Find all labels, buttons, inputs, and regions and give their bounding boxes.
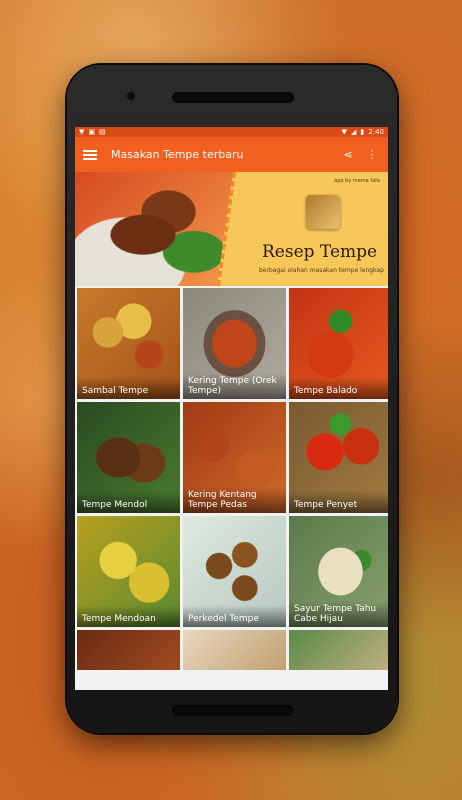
more-vert-icon[interactable]: ⋮ [364,148,380,161]
recipe-image [77,630,180,670]
app-bar: Masakan Tempe terbaru ⋖ ⋮ [75,137,388,172]
recipe-tile-sayur-tempe-tahu[interactable]: Sayur Tempe Tahu Cabe Hijau [289,516,388,627]
recipe-tile-kering-kentang[interactable]: Kering Kentang Tempe Pedas [183,402,286,513]
recipe-tile-tempe-mendol[interactable]: Tempe Mendol [77,402,180,513]
recipe-image [183,630,286,670]
bottom-speaker [172,705,294,716]
image-notification-icon: ▣ [88,128,96,136]
app-title: Masakan Tempe terbaru [111,148,244,161]
recipe-tile-partial[interactable] [77,630,180,670]
recipe-grid: Sambal Tempe Kering Tempe (Orek Tempe) T… [75,286,388,670]
recipe-tile-perkedel-tempe[interactable]: Perkedel Tempe [183,516,286,627]
battery-icon: ▮ [360,128,365,136]
recipe-label: Tempe Balado [289,377,388,399]
recipe-label: Perkedel Tempe [183,605,286,627]
notification-icon: ▼ [79,128,85,136]
recipe-image [289,630,388,670]
recipe-tile-sambal-tempe[interactable]: Sambal Tempe [77,288,180,399]
phone-frame: ▼ ▣ ▤ ▼ ◢ ▮ 2:40 Masakan Tempe terbaru ⋖… [67,65,397,733]
recipe-tile-tempe-mendoan[interactable]: Tempe Mendoan [77,516,180,627]
status-bar: ▼ ▣ ▤ ▼ ◢ ▮ 2:40 [75,127,388,137]
earpiece-speaker [172,92,294,103]
recipe-tile-tempe-balado[interactable]: Tempe Balado [289,288,388,399]
recipe-label: Tempe Mendoan [77,605,180,627]
banner-title: Resep Tempe [262,242,378,262]
recipe-tile-partial[interactable] [289,630,388,670]
menu-icon[interactable] [83,148,97,162]
app-logo [306,195,340,229]
shop-notification-icon: ▤ [99,128,106,136]
recipe-label: Sayur Tempe Tahu Cabe Hijau [289,601,388,627]
wifi-icon: ▼ [341,128,348,136]
recipe-label: Tempe Mendol [77,491,180,513]
header-banner: app by mama fafa Resep Tempe berbagai ol… [75,172,388,286]
recipe-label: Kering Tempe (Orek Tempe) [183,373,286,399]
recipe-tile-kering-tempe[interactable]: Kering Tempe (Orek Tempe) [183,288,286,399]
recipe-tile-partial[interactable] [183,630,286,670]
app-screen: ▼ ▣ ▤ ▼ ◢ ▮ 2:40 Masakan Tempe terbaru ⋖… [75,127,388,690]
recipe-label: Sambal Tempe [77,377,180,399]
recipe-label: Tempe Penyet [289,491,388,513]
recipe-label: Kering Kentang Tempe Pedas [183,487,286,513]
front-camera [127,92,135,100]
share-icon[interactable]: ⋖ [340,148,356,161]
status-time: 2:40 [368,128,384,136]
recipe-tile-tempe-penyet[interactable]: Tempe Penyet [289,402,388,513]
banner-subtitle: berbagai olahan masakan tempe lengkap [259,267,384,274]
signal-icon: ◢ [351,128,357,136]
banner-credit: app by mama fafa [334,178,380,184]
